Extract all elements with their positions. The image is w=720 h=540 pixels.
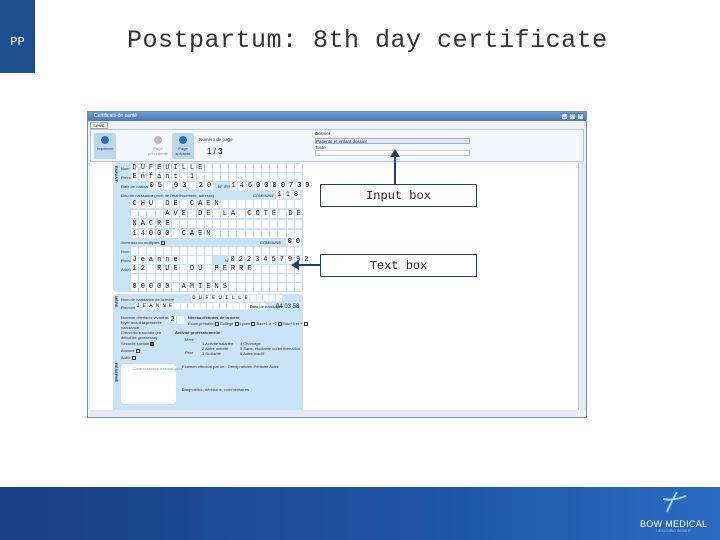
- birthplace-line4-value: 14000 CAEN: [132, 230, 215, 238]
- phone-field[interactable]: 0223457992: [229, 256, 310, 264]
- text-box-callout: Text box: [320, 254, 477, 277]
- nom-value: DUFEUILLE: [132, 164, 207, 172]
- phone-value: 0223457992: [230, 256, 313, 264]
- address-line3-value: 80000 AMIENS: [132, 283, 231, 291]
- dob-field[interactable]: 05 03 20: [148, 182, 213, 190]
- commune2-field[interactable]: 00: [286, 238, 304, 246]
- bow-medical-logo: BOW MEDICAL DESIGNING INSIGHT: [640, 490, 707, 533]
- birthplace-line1-value: CHU DE CAEN: [132, 200, 223, 208]
- birthplace-line3-value: NACRE: [132, 220, 174, 228]
- commune-field[interactable]: 118: [276, 191, 300, 199]
- ipp-field[interactable]: 1460000739: [230, 182, 311, 190]
- input-box-callout: Input box: [320, 184, 477, 207]
- dob-value: 05 03 20: [149, 182, 216, 190]
- commune2-value: 00: [287, 238, 304, 246]
- footer-bar: [0, 487, 720, 540]
- parent-prenom-value: Jeanne: [132, 256, 182, 264]
- ipp-value: 1460000739: [231, 182, 314, 190]
- logo-tagline: DESIGNING INSIGHT: [656, 529, 692, 533]
- children-value: 2: [170, 316, 179, 324]
- logo-text: BOW MEDICAL: [640, 519, 708, 529]
- commune-value: 118: [277, 191, 303, 199]
- logo-figure-icon: [662, 491, 687, 513]
- birthplace-line2[interactable]: AVE DE LA COTE DE: [131, 210, 319, 218]
- prenom-value: Enfant 1: [132, 173, 199, 181]
- birthplace-line2-value: AVE DE LA COTE DE: [132, 210, 305, 218]
- input-arrow-head: [390, 149, 400, 157]
- address-line1-value: 12 RUE DU PERRE: [132, 265, 256, 273]
